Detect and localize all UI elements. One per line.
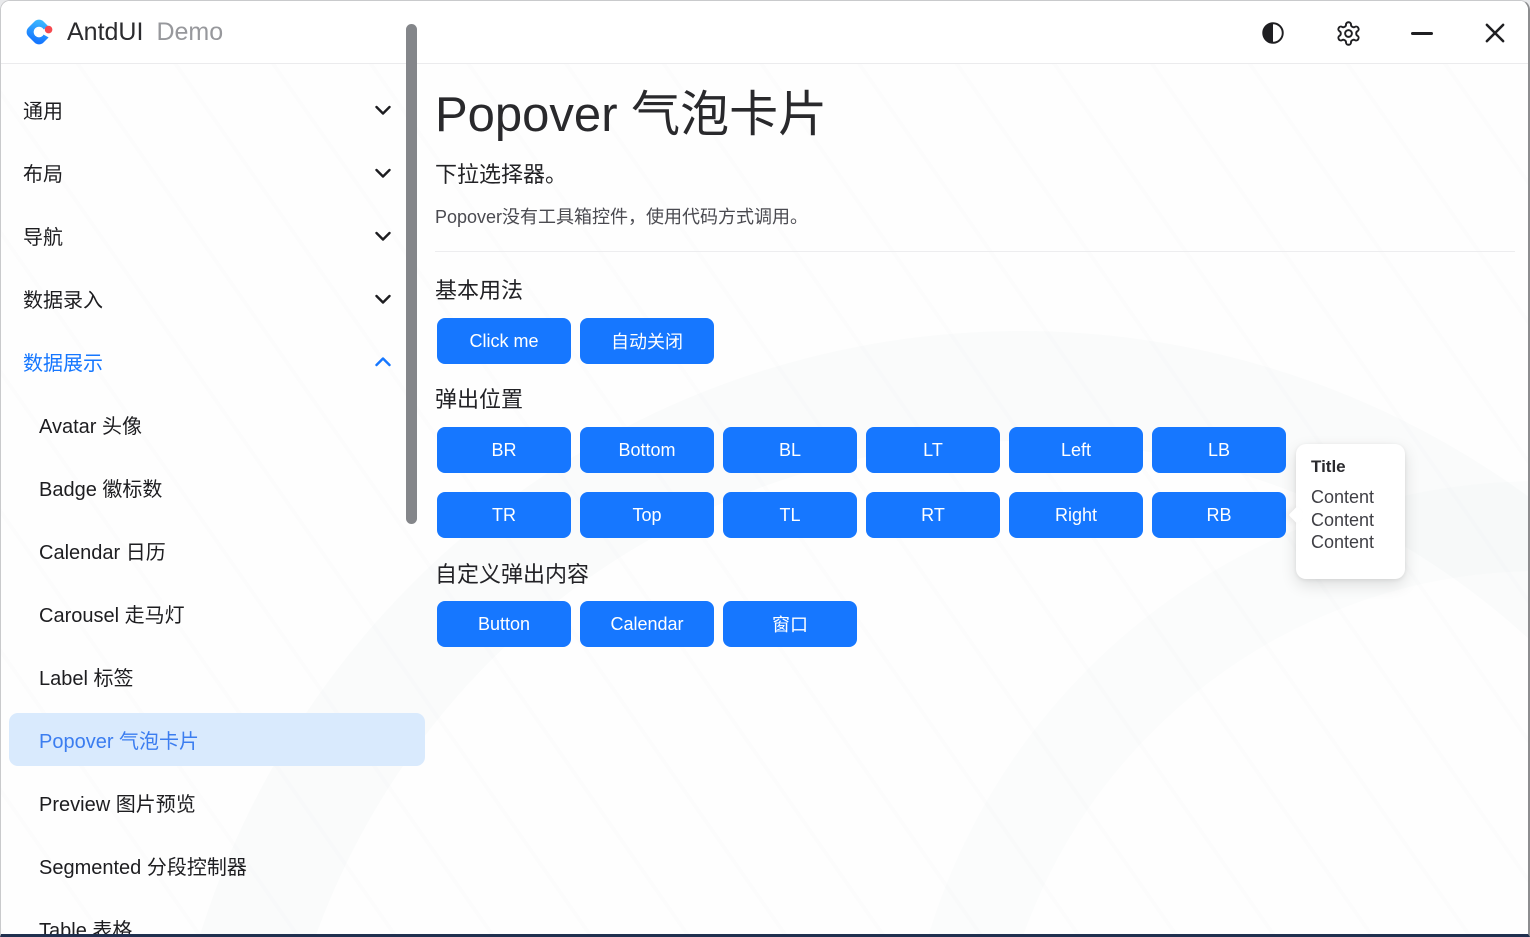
position-br-button[interactable]: BR [437, 427, 571, 473]
page-description: Popover没有工具箱控件，使用代码方式调用。 [435, 203, 808, 229]
position-bottom-button[interactable]: Bottom [580, 427, 714, 473]
sidebar-group-label: 布局 [23, 158, 63, 187]
close-button[interactable] [1473, 11, 1517, 55]
sidebar-item-label[interactable]: Label 标签 [1, 645, 425, 708]
close-icon [1482, 20, 1508, 46]
chevron-up-icon [371, 350, 395, 374]
sidebar-group-layout[interactable]: 布局 [1, 141, 425, 204]
sidebar-group-label: 导航 [23, 221, 63, 250]
sidebar-item-label: Segmented 分段控制器 [39, 851, 247, 880]
titlebar: AntdUI Demo [1, 1, 1528, 64]
page-subtitle: 下拉选择器。 [435, 157, 567, 189]
sidebar-group-general[interactable]: 通用 [1, 78, 425, 141]
popover-content-line: Content [1311, 509, 1405, 532]
contrast-theme-toggle-icon [1260, 20, 1286, 46]
sidebar-item-table[interactable]: Table 表格 [1, 897, 425, 934]
sidebar-item-label: Preview 图片预览 [39, 788, 196, 817]
position-button-row-1: BR Bottom BL LT Left LB [437, 427, 1286, 473]
popover-card: Title Content Content Content [1296, 444, 1405, 579]
position-lt-button[interactable]: LT [866, 427, 1000, 473]
sidebar-group-label: 数据录入 [23, 284, 103, 313]
sidebar-item-label: Badge 徽标数 [39, 473, 162, 502]
popover-content-line: Content [1311, 486, 1405, 509]
chevron-down-icon [371, 224, 395, 248]
minimize-icon [1411, 32, 1433, 35]
position-left-button[interactable]: Left [1009, 427, 1143, 473]
sidebar-group-data-entry[interactable]: 数据录入 [1, 267, 425, 330]
popover-arrow [1289, 507, 1306, 524]
app-brand: AntdUI [67, 18, 143, 47]
sidebar-item-calendar[interactable]: Calendar 日历 [1, 519, 425, 582]
sidebar-item-popover[interactable]: Popover 气泡卡片 [9, 713, 425, 766]
chevron-down-icon [371, 98, 395, 122]
sidebar-item-label: Popover 气泡卡片 [39, 725, 199, 754]
settings-button[interactable] [1326, 11, 1370, 55]
sidebar-item-label: Calendar 日历 [39, 536, 166, 565]
sidebar-item-badge[interactable]: Badge 徽标数 [1, 456, 425, 519]
position-right-button[interactable]: Right [1009, 492, 1143, 538]
sidebar-item-label: Carousel 走马灯 [39, 599, 185, 628]
app-window: AntdUI Demo 通用 [0, 0, 1530, 937]
position-bl-button[interactable]: BL [723, 427, 857, 473]
sidebar-item-label: Label 标签 [39, 662, 134, 691]
position-rb-button[interactable]: RB [1152, 492, 1286, 538]
click-me-button[interactable]: Click me [437, 318, 571, 364]
sidebar-item-preview[interactable]: Preview 图片预览 [1, 771, 425, 834]
custom-button-button[interactable]: Button [437, 601, 571, 647]
auto-close-button[interactable]: 自动关闭 [580, 318, 714, 364]
divider [435, 251, 1515, 252]
section-heading-basic-usage: 基本用法 [435, 273, 523, 305]
basic-usage-button-row: Click me 自动关闭 [437, 318, 714, 364]
sidebar-scrollbar-thumb[interactable] [406, 24, 417, 524]
sidebar-group-label: 通用 [23, 95, 63, 124]
page-title: Popover 气泡卡片 [435, 75, 827, 146]
sidebar-item-label: Avatar 头像 [39, 410, 142, 439]
sidebar-group-data-display[interactable]: 数据展示 [1, 330, 425, 393]
popover-content-line: Content [1311, 531, 1405, 554]
sidebar-item-label: Table 表格 [39, 914, 132, 934]
popover-title: Title [1311, 457, 1405, 477]
sidebar-item-carousel[interactable]: Carousel 走马灯 [1, 582, 425, 645]
sidebar-nav: 通用 布局 导航 数据录入 [1, 65, 425, 934]
position-tr-button[interactable]: TR [437, 492, 571, 538]
app-brand-suffix: Demo [156, 18, 223, 47]
antdui-logo-icon [22, 15, 56, 49]
theme-toggle-button[interactable] [1251, 11, 1295, 55]
position-lb-button[interactable]: LB [1152, 427, 1286, 473]
sidebar-group-label: 数据展示 [23, 347, 103, 376]
custom-calendar-button[interactable]: Calendar [580, 601, 714, 647]
position-tl-button[interactable]: TL [723, 492, 857, 538]
app-title: AntdUI Demo [67, 1, 223, 64]
position-rt-button[interactable]: RT [866, 492, 1000, 538]
position-top-button[interactable]: Top [580, 492, 714, 538]
section-heading-popup-position: 弹出位置 [435, 382, 523, 414]
chevron-down-icon [371, 161, 395, 185]
sidebar-item-segmented[interactable]: Segmented 分段控制器 [1, 834, 425, 897]
chevron-down-icon [371, 287, 395, 311]
sidebar-group-navigation[interactable]: 导航 [1, 204, 425, 267]
custom-content-button-row: Button Calendar 窗口 [437, 601, 857, 647]
minimize-button[interactable] [1400, 11, 1444, 55]
settings-gear-icon [1335, 20, 1362, 47]
sidebar-item-avatar[interactable]: Avatar 头像 [1, 393, 425, 456]
sidebar: 通用 布局 导航 数据录入 [1, 65, 425, 934]
section-heading-custom-content: 自定义弹出内容 [435, 557, 589, 589]
position-button-row-2: TR Top TL RT Right RB [437, 492, 1286, 538]
main-content: Popover 气泡卡片 下拉选择器。 Popover没有工具箱控件，使用代码方… [435, 65, 1526, 931]
custom-window-button[interactable]: 窗口 [723, 601, 857, 647]
